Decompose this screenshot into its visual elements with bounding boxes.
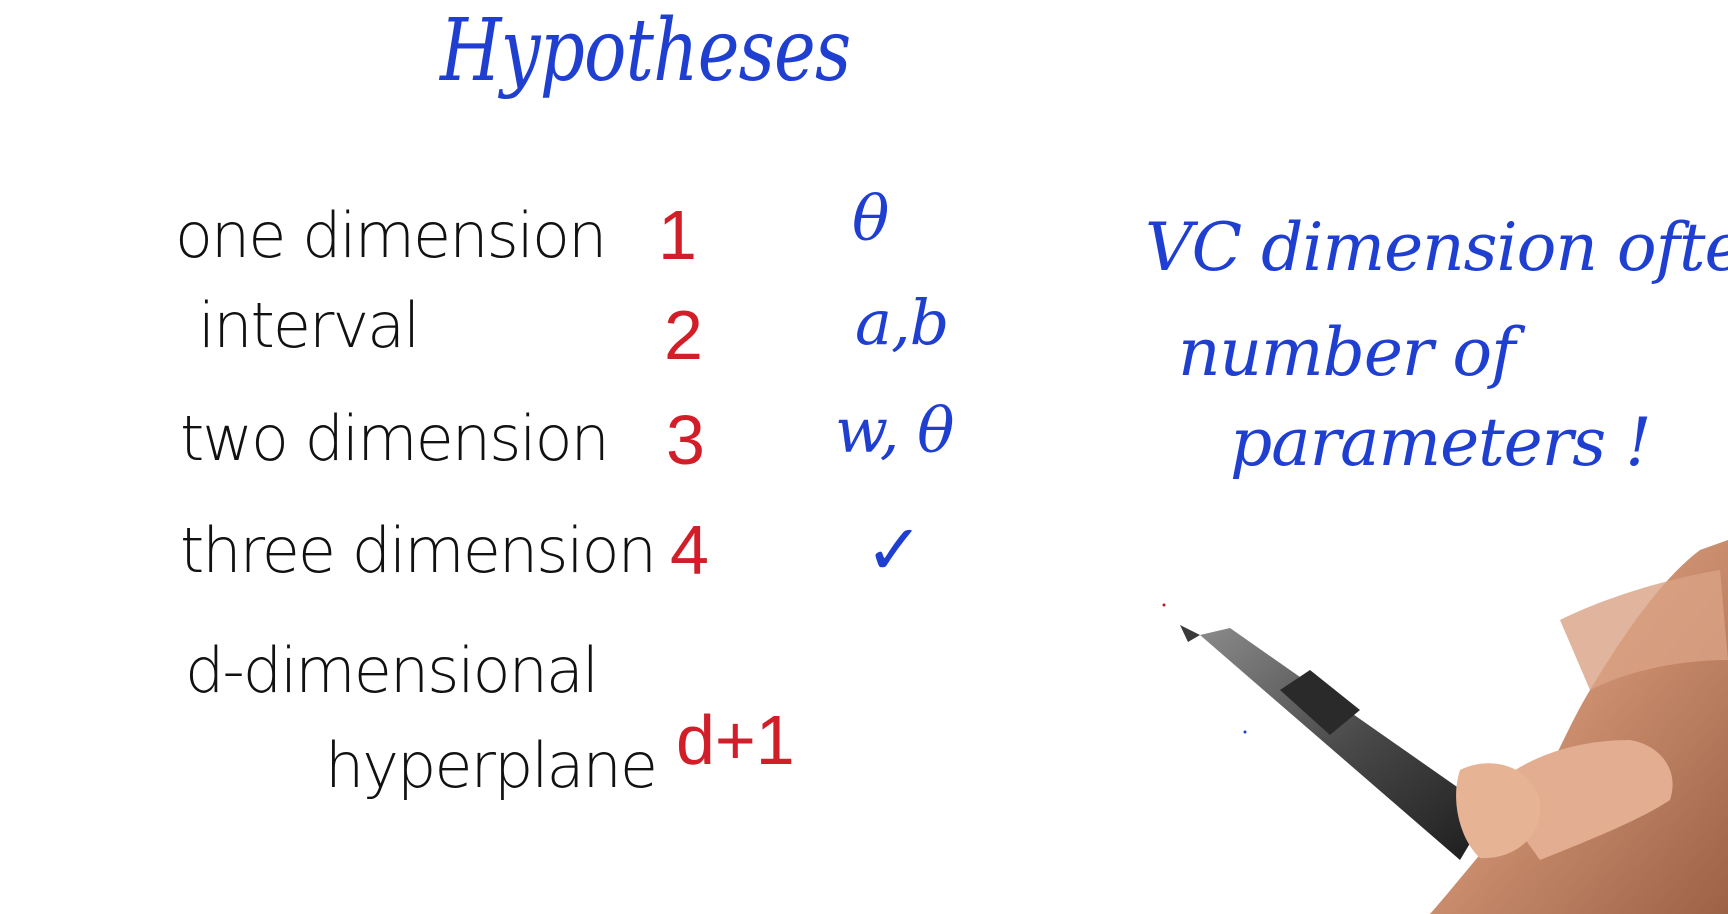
note-line-1: VC dimension often: [1145, 209, 1728, 286]
row-label-two-dimension: two dimension: [180, 402, 610, 475]
vc-value-interval: 2: [664, 296, 703, 374]
hand-with-pen-illustration: [1162, 540, 1728, 914]
row-label-d-dimensional: d-dimensional: [185, 634, 599, 707]
pen-shape: [1200, 628, 1490, 860]
note-line-3: parameters !: [1230, 404, 1652, 481]
params-three-dimension-checkmark: ✓: [865, 509, 924, 591]
vc-value-two-dimension: 3: [666, 401, 705, 479]
params-one-dimension: θ: [852, 182, 889, 255]
vc-value-d-dimensional: d+1: [676, 701, 795, 779]
row-label-interval: interval: [198, 289, 420, 362]
vc-value-one-dimension: 1: [658, 196, 697, 274]
params-two-dimension: w, θ: [835, 394, 954, 467]
page-title: Hypotheses: [440, 1, 851, 101]
vc-value-three-dimension: 4: [670, 511, 709, 589]
note-line-2: number of: [1178, 314, 1516, 391]
row-label-one-dimension: one dimension: [175, 199, 607, 272]
row-label-three-dimension: three dimension: [180, 514, 657, 587]
row-label-hyperplane: hyperplane: [325, 729, 658, 802]
params-interval: a,b: [855, 286, 949, 359]
